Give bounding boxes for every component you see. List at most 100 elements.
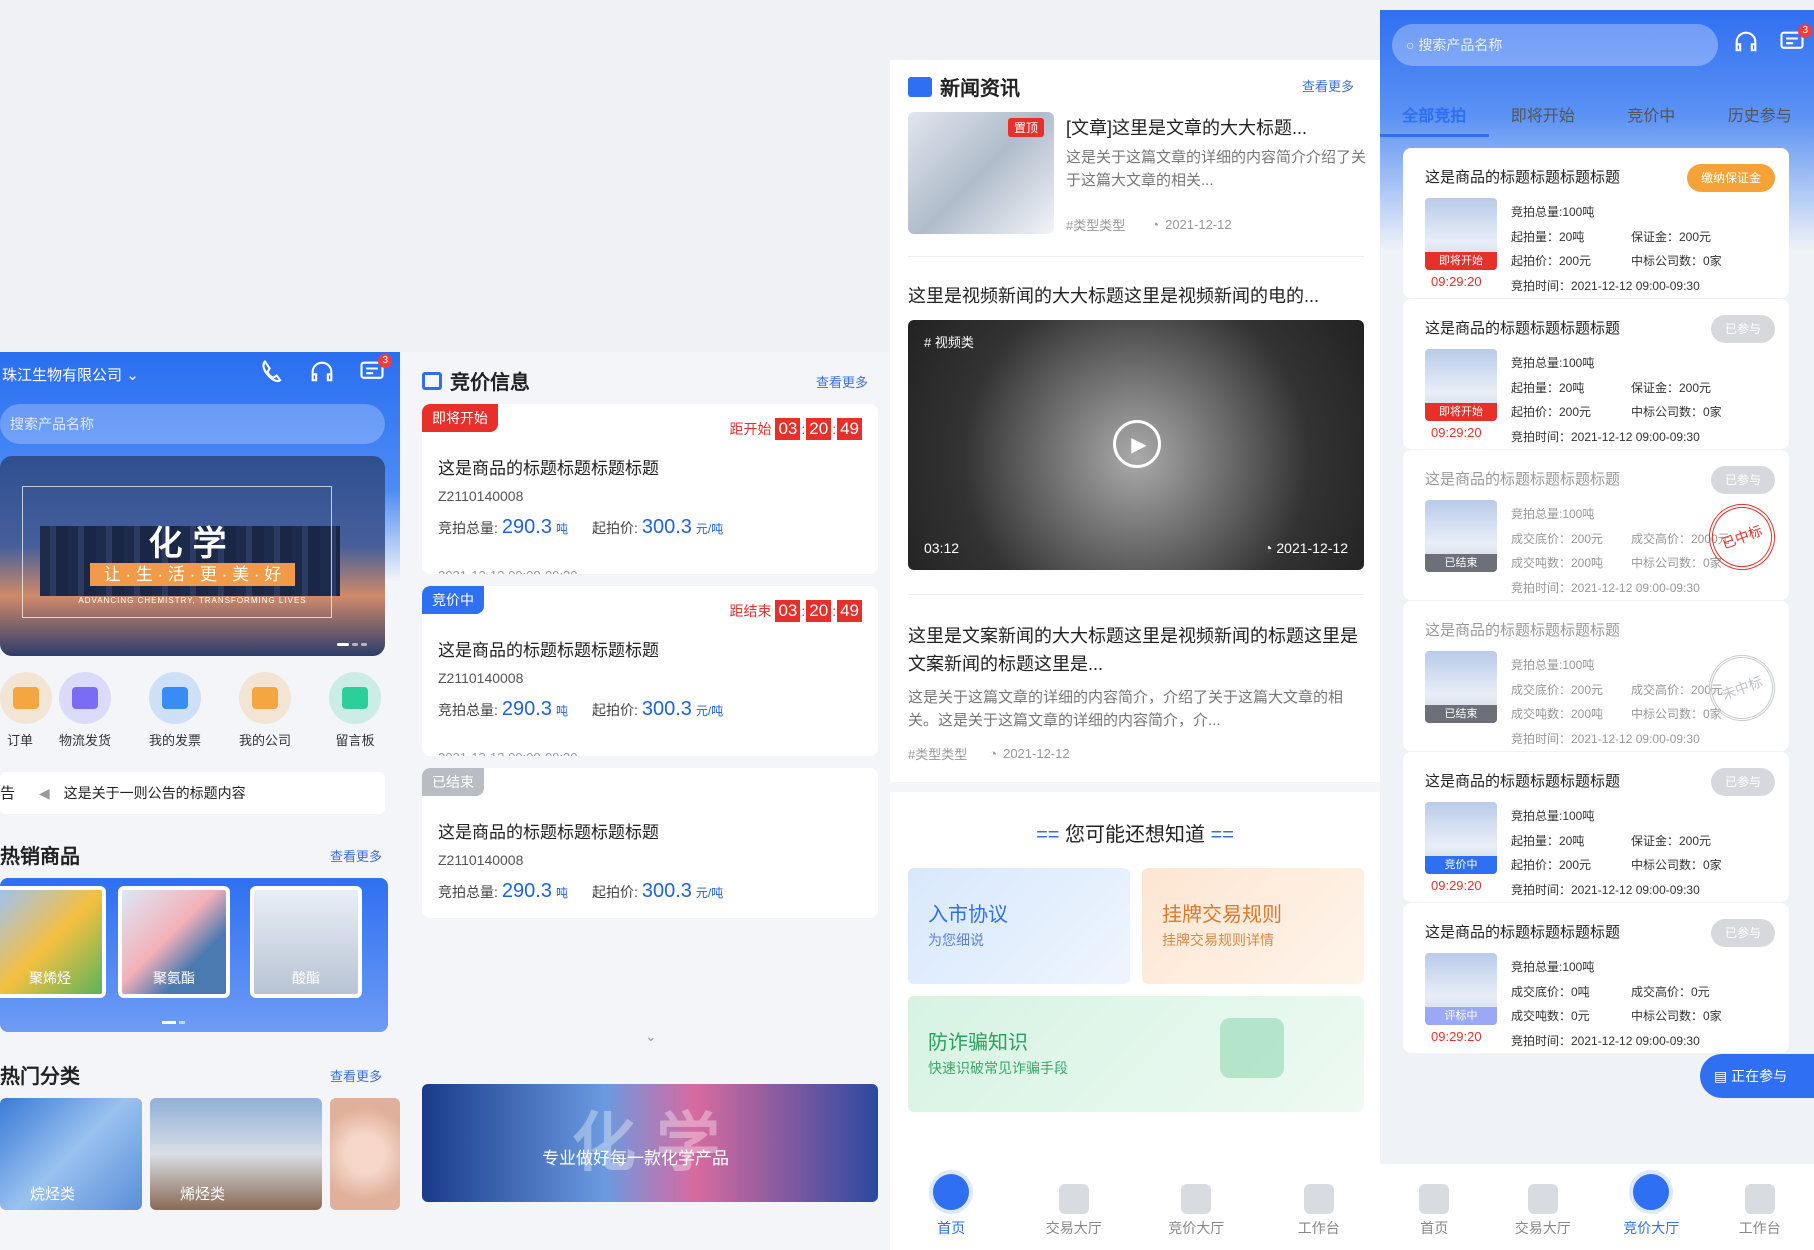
play-icon[interactable]: ▶ bbox=[1113, 420, 1161, 468]
search-input[interactable]: ○ 搜索产品名称 bbox=[1392, 24, 1718, 66]
headset-icon[interactable] bbox=[308, 358, 336, 386]
listing-rules-card[interactable]: 挂牌交易规则 挂牌交易规则详情 bbox=[1142, 868, 1364, 984]
category-card[interactable] bbox=[330, 1098, 400, 1210]
article-title[interactable]: [文章]这里是文章的大大标题... bbox=[1066, 114, 1366, 140]
divider bbox=[908, 256, 1364, 257]
categories-row: 烷烃类 烯烃类 bbox=[0, 1098, 400, 1210]
bid-card[interactable]: 即将开始 距开始 03:20:49 这是商品的标题标题标题标题 Z2110140008 竞… bbox=[422, 404, 878, 574]
text-news-title[interactable]: 这里是文案新闻的大大标题这里是视频新闻的标题这里是文案新闻的标题这里是... bbox=[908, 622, 1364, 678]
list-icon bbox=[422, 371, 442, 390]
auction-status-label: 竞价中 bbox=[1425, 856, 1497, 874]
bid-quantity-price: 竞拍总量: 290.3 吨起拍价: 300.3 元/吨 bbox=[438, 880, 724, 902]
home-icon bbox=[929, 1170, 974, 1214]
bid-card[interactable]: 已结束 这是商品的标题标题标题标题 Z2110140008 竞拍总量: 290.3 吨起拍… bbox=[422, 768, 878, 918]
category-card[interactable]: 烯烃类 bbox=[150, 1098, 322, 1210]
product-card[interactable]: 聚氨酯 bbox=[118, 886, 230, 998]
tab-label: 工作台 bbox=[1738, 1220, 1781, 1236]
news-more-link[interactable]: 查看更多 bbox=[1302, 76, 1354, 95]
expand-chevron-icon[interactable]: ⌄ bbox=[645, 1028, 657, 1045]
quick-action[interactable]: 我的发票 bbox=[130, 672, 220, 749]
notice-bar[interactable]: 告 ◀ 这是关于一则公告的标题内容 bbox=[0, 772, 385, 814]
bid-time: 2021-12-12 09:00-09:30 bbox=[438, 750, 578, 756]
product-card[interactable]: 酸酯 bbox=[250, 886, 362, 998]
auction-action-pill[interactable]: 已参与 bbox=[1710, 919, 1775, 947]
tab-2[interactable]: 竞价大厅 bbox=[1597, 1164, 1706, 1250]
tab-3[interactable]: 工作台 bbox=[1258, 1164, 1381, 1250]
bid-quantity-price: 竞拍总量: 290.3 吨起拍价: 300.3 元/吨 bbox=[438, 516, 724, 538]
status-tab-0[interactable]: 全部竞拍 bbox=[1380, 102, 1489, 137]
tab-1[interactable]: 交易大厅 bbox=[1013, 1164, 1136, 1250]
auction-action-pill[interactable]: 已参与 bbox=[1710, 466, 1775, 494]
bid-status-tag: 竞价中 bbox=[422, 586, 484, 614]
company-icon bbox=[252, 687, 278, 709]
message-icon[interactable]: 3 bbox=[1778, 24, 1812, 56]
search-input[interactable]: 搜索产品名称 bbox=[0, 404, 385, 444]
chemistry-banner[interactable]: 化学 专业做好每一款化学产品 bbox=[422, 1084, 878, 1202]
clock-icon: ◔ bbox=[1264, 540, 1277, 556]
quick-action[interactable]: 订单 bbox=[0, 672, 52, 749]
bidding-hall-screen: ○ 搜索产品名称 3 全部竞拍 即将开始 竞价中 历史参与 这是商品的标题标题标题标题… bbox=[1380, 10, 1814, 1250]
auction-status-label: 评标中 bbox=[1425, 1007, 1497, 1025]
article-thumbnail[interactable]: 置顶 bbox=[908, 112, 1054, 234]
bid-card[interactable]: 竞价中 距结束 03:20:49 这是商品的标题标题标题标题 Z2110140008 竞拍… bbox=[422, 586, 878, 756]
tab-1[interactable]: 交易大厅 bbox=[1489, 1164, 1598, 1250]
tab-0[interactable]: 首页 bbox=[890, 1164, 1013, 1250]
auction-action-pill[interactable]: 已参与 bbox=[1710, 315, 1775, 343]
auction-card[interactable]: 这是商品的标题标题标题标题 缴纳保证金 即将开始 09:29:20 竞拍总量:100吨起… bbox=[1403, 148, 1789, 298]
status-tabs: 全部竞拍 即将开始 竞价中 历史参与 bbox=[1380, 102, 1814, 137]
company-selector[interactable]: 珠江生物有限公司 ⌄ bbox=[2, 364, 139, 385]
news-header: 新闻资讯 bbox=[908, 72, 1020, 101]
quick-action[interactable]: 物流发货 bbox=[40, 672, 130, 749]
hot-categories-more-link[interactable]: 查看更多 bbox=[330, 1066, 382, 1085]
status-tab-2[interactable]: 竞价中 bbox=[1597, 102, 1706, 137]
video-title[interactable]: 这里是视频新闻的大大标题这里是视频新闻的电的... bbox=[908, 282, 1364, 308]
tab-0[interactable]: 首页 bbox=[1380, 1164, 1489, 1250]
message-board-icon bbox=[342, 687, 368, 709]
tab-label: 首页 bbox=[937, 1220, 966, 1236]
participating-float-button[interactable]: ▤ 正在参与 bbox=[1700, 1054, 1814, 1098]
video-player[interactable]: # 视频类 ▶ 03:12 ◔ 2021-12-12 bbox=[908, 320, 1364, 570]
tab-label: 首页 bbox=[1420, 1220, 1449, 1236]
quick-action-label: 我的发票 bbox=[148, 733, 201, 748]
workbench-icon bbox=[1303, 1184, 1334, 1214]
quick-action[interactable]: 我的公司 bbox=[220, 672, 310, 749]
auction-card[interactable]: 这是商品的标题标题标题标题 已结束 竞拍总量:100吨 成交底价：200元 成交高价：2… bbox=[1403, 601, 1789, 751]
message-icon[interactable]: 3 bbox=[358, 354, 392, 386]
anti-fraud-card[interactable]: 防诈骗知识 快速识破常见诈骗手段 bbox=[908, 996, 1364, 1112]
auction-action-pill[interactable]: 缴纳保证金 bbox=[1686, 164, 1775, 192]
market-agreement-card[interactable]: 入市协议 为您细说 bbox=[908, 868, 1130, 984]
auction-card[interactable]: 这是商品的标题标题标题标题 已参与 即将开始 09:29:20 竞拍总量:100吨 起拍量… bbox=[1403, 299, 1789, 449]
category-card[interactable]: 烷烃类 bbox=[0, 1098, 142, 1210]
phone-icon[interactable] bbox=[258, 358, 286, 386]
search-icon: ○ bbox=[1406, 37, 1419, 53]
auction-image: 已结束 bbox=[1425, 500, 1497, 572]
auction-card[interactable]: 这是商品的标题标题标题标题 已参与 已结束 竞拍总量:100吨 成交底价：200元 成交高… bbox=[1403, 450, 1789, 600]
tab-2[interactable]: 竞价大厅 bbox=[1135, 1164, 1258, 1250]
auction-icon bbox=[1181, 1184, 1212, 1214]
auction-card[interactable]: 这是商品的标题标题标题标题 已参与 竞价中 09:29:20 竞拍总量:100吨 起拍量：… bbox=[1403, 752, 1789, 902]
bidding-more-link[interactable]: 查看更多 bbox=[816, 372, 868, 391]
quick-actions: 订单 物流发货 我的发票 我的公司 留言板 bbox=[0, 672, 400, 749]
auction-image: 即将开始 bbox=[1425, 349, 1497, 421]
know-title: == 您可能还想知道 == bbox=[1036, 824, 1234, 846]
hot-products-more-link[interactable]: 查看更多 bbox=[330, 846, 382, 865]
auction-info: 竞拍总量:100吨 起拍量：20吨 保证金：200元 起拍价：200元 中标公司数：0家… bbox=[1511, 205, 1722, 293]
auction-status-label: 已结束 bbox=[1425, 554, 1497, 572]
auction-info: 竞拍总量:100吨 起拍量：20吨 保证金：200元 起拍价：200元 中标公司数：0家… bbox=[1511, 809, 1722, 897]
status-tab-3[interactable]: 历史参与 bbox=[1706, 102, 1814, 137]
home-banner[interactable]: 化学 让 · 生 · 活 · 更 · 美 · 好 ADVANCING CHEMI… bbox=[0, 456, 385, 656]
auction-action-pill[interactable]: 已参与 bbox=[1710, 768, 1775, 796]
auction-icon bbox=[1629, 1170, 1674, 1214]
quick-action[interactable]: 留言板 bbox=[310, 672, 400, 749]
bottom-tab-bar: 首页 交易大厅 竞价大厅 工作台 bbox=[890, 1164, 1380, 1250]
product-card[interactable]: 聚烯烃 bbox=[0, 886, 106, 998]
auction-countdown: 09:29:20 bbox=[1431, 425, 1482, 440]
divider bbox=[908, 594, 1364, 595]
message-badge: 3 bbox=[1798, 24, 1812, 38]
auction-card[interactable]: 这是商品的标题标题标题标题 已参与 评标中 09:29:20 竞拍总量:100吨 成交底价… bbox=[1403, 903, 1789, 1053]
home-screen: 珠江生物有限公司 ⌄ 3 搜索产品名称 化学 让 · 生 · 活 · 更 · 美… bbox=[0, 352, 400, 1250]
clipboard-icon: ▤ bbox=[1714, 1068, 1732, 1084]
tab-3[interactable]: 工作台 bbox=[1706, 1164, 1814, 1250]
status-tab-1[interactable]: 即将开始 bbox=[1489, 102, 1598, 137]
headset-icon[interactable] bbox=[1732, 28, 1760, 56]
